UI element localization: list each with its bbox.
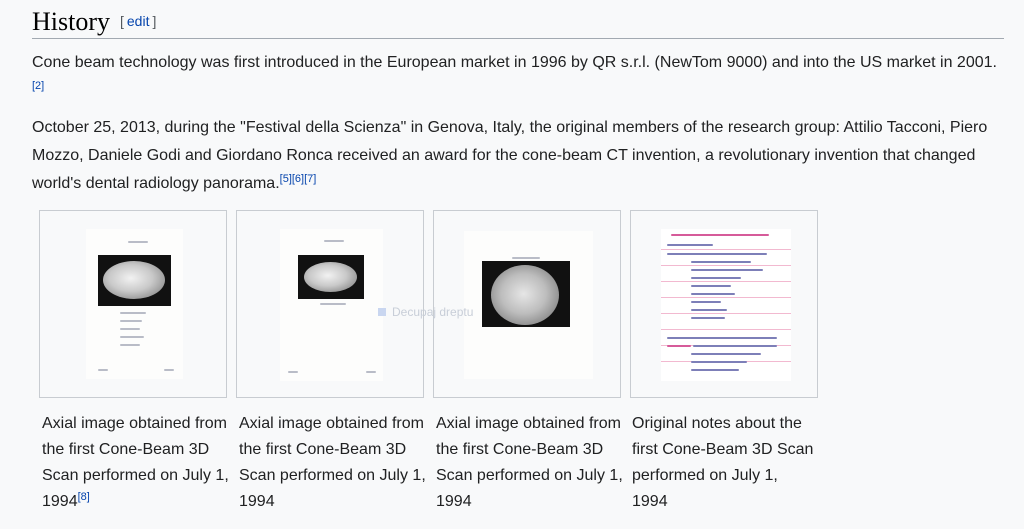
article-section: History [edit] Cone beam technology was f… bbox=[0, 0, 1024, 529]
translucent-overlay: Decupaj dreptu bbox=[378, 302, 494, 322]
handwritten-notes-image bbox=[661, 229, 791, 381]
overlay-square-icon bbox=[378, 308, 386, 316]
gallery-caption: Axial image obtained from the first Cone… bbox=[239, 411, 429, 515]
gallery-thumbnail[interactable] bbox=[39, 210, 227, 398]
gallery-caption: Axial image obtained from the first Cone… bbox=[436, 411, 626, 515]
gallery-caption: Axial image obtained from the first Cone… bbox=[42, 411, 232, 515]
citation-link[interactable]: [2] bbox=[32, 80, 44, 92]
citation-link[interactable]: [6] bbox=[292, 173, 304, 185]
gallery-caption-text: Axial image obtained from the first Cone… bbox=[436, 415, 623, 510]
citation-link[interactable]: [7] bbox=[304, 173, 316, 185]
scan-document-image bbox=[86, 229, 183, 379]
gallery-caption-text: Axial image obtained from the first Cone… bbox=[42, 415, 229, 510]
gallery-thumbnail[interactable] bbox=[630, 210, 818, 398]
gallery-caption: Original notes about the first Cone-Beam… bbox=[632, 411, 814, 515]
paragraph-intro: Cone beam technology was first introduce… bbox=[32, 49, 1004, 105]
scan-document-image bbox=[280, 229, 383, 381]
citation-link[interactable]: [8] bbox=[78, 491, 90, 503]
edit-section-link[interactable]: edit bbox=[124, 13, 153, 29]
gallery-caption-text: Axial image obtained from the first Cone… bbox=[239, 415, 426, 510]
section-title: History bbox=[32, 7, 110, 36]
paragraph-award: October 25, 2013, during the "Festival d… bbox=[32, 114, 1004, 198]
axial-scan-image bbox=[482, 261, 570, 327]
citation-link[interactable]: [5] bbox=[280, 173, 292, 185]
paragraph-intro-text: Cone beam technology was first introduce… bbox=[32, 54, 997, 71]
gallery-caption-text: Original notes about the first Cone-Beam… bbox=[632, 415, 814, 510]
axial-scan-image bbox=[298, 255, 364, 299]
edit-section-link-wrapper: [edit] bbox=[120, 13, 156, 29]
edit-bracket-close: ] bbox=[152, 13, 157, 29]
overlay-text: Decupaj dreptu bbox=[392, 305, 474, 319]
paragraph-award-text: October 25, 2013, during the "Festival d… bbox=[32, 119, 988, 192]
section-heading: History [edit] bbox=[32, 6, 1004, 39]
axial-scan-image bbox=[98, 255, 171, 306]
